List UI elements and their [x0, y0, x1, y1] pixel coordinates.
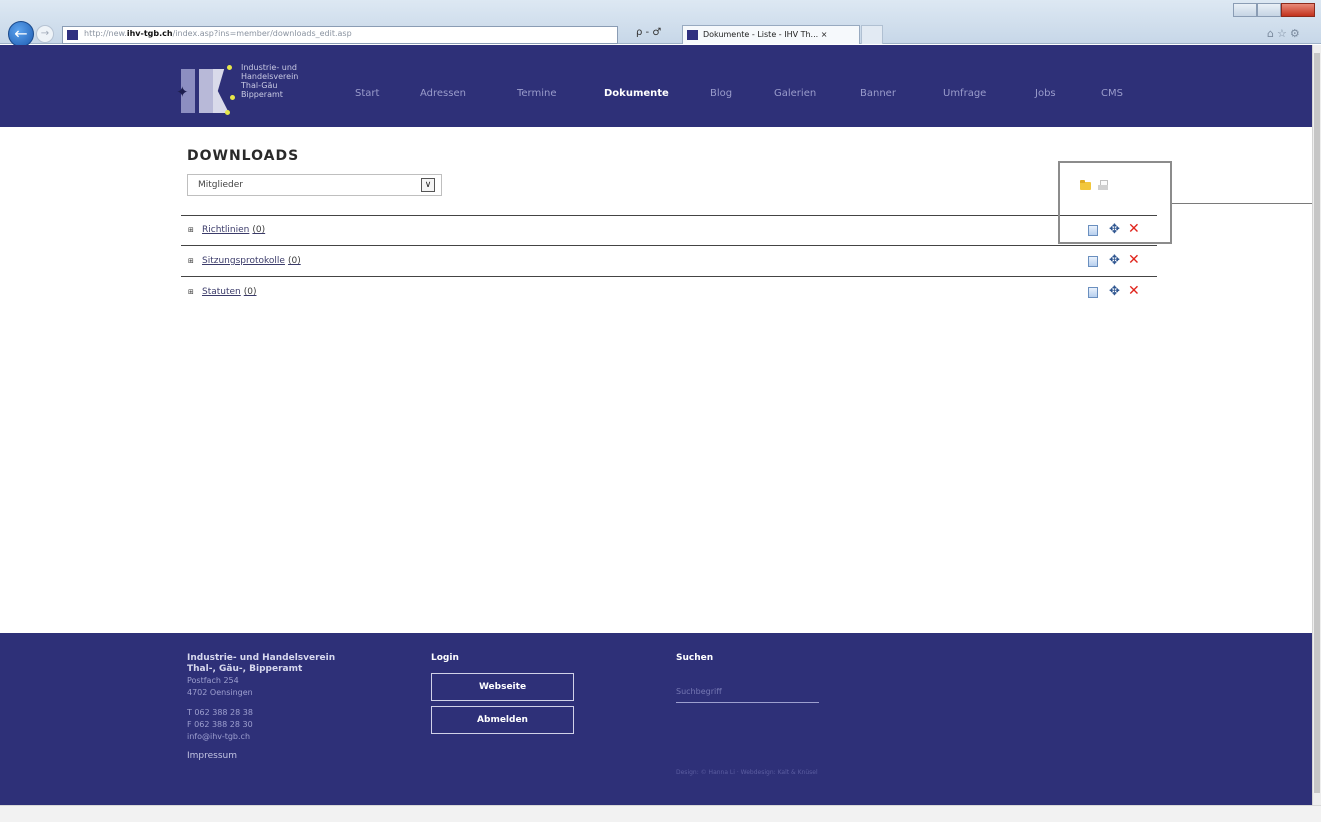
- row-divider: [181, 276, 1157, 277]
- horizontal-scrollbar[interactable]: [0, 805, 1321, 822]
- logo-mark: ✦: [176, 65, 235, 115]
- browser-toolbar-icons[interactable]: ⌂☆⚙: [1267, 27, 1303, 40]
- footer-contact: Industrie- und Handelsverein Thal-, Gäu-…: [187, 653, 387, 761]
- callout-line: [1172, 203, 1321, 204]
- footer-impressum-link[interactable]: Impressum: [187, 751, 387, 761]
- footer-address-1: Postfach 254: [187, 676, 239, 685]
- folder-link[interactable]: Richtlinien (0): [202, 225, 265, 235]
- scrollbar-thumb[interactable]: [1314, 53, 1320, 793]
- site-footer: Industrie- und Handelsverein Thal-, Gäu-…: [0, 633, 1312, 805]
- move-icon[interactable]: ✥: [1109, 285, 1120, 298]
- expand-icon[interactable]: ⊞: [188, 289, 195, 296]
- close-window-button[interactable]: [1281, 3, 1315, 17]
- site-logo[interactable]: ✦ Industrie- und Handelsverein Thal-Gäu …: [176, 63, 298, 115]
- delete-icon[interactable]: ✕: [1128, 284, 1140, 298]
- folder-row: ⊞ Richtlinien (0) ✥ ✕: [181, 216, 1157, 246]
- expand-icon[interactable]: ⊞: [188, 258, 195, 265]
- address-tools[interactable]: ρ - ♂: [636, 27, 661, 38]
- folder-row: ⊞ Sitzungsprotokolle (0) ✥ ✕: [181, 247, 1157, 277]
- nav-dokumente[interactable]: Dokumente: [604, 88, 669, 99]
- folder-link[interactable]: Statuten (0): [202, 287, 257, 297]
- tab-title: Dokumente - Liste - IHV Th... ×: [703, 30, 828, 39]
- row-actions: ✥ ✕: [1088, 253, 1148, 268]
- browser-chrome: ← → http://new.ihv-tgb.ch/index.asp?ins=…: [0, 0, 1321, 47]
- nav-banner[interactable]: Banner: [860, 88, 896, 99]
- category-select-value: Mitglieder: [198, 180, 243, 190]
- footer-search-heading: Suchen: [676, 653, 714, 663]
- minimize-button[interactable]: [1233, 3, 1257, 17]
- window-controls: [1233, 3, 1317, 19]
- search-input[interactable]: Suchbegriff: [676, 681, 819, 703]
- move-icon[interactable]: ✥: [1109, 254, 1120, 267]
- nav-termine[interactable]: Termine: [517, 88, 557, 99]
- forward-arrow-icon[interactable]: →: [36, 25, 54, 43]
- footer-login-heading: Login: [431, 653, 459, 663]
- nav-umfrage[interactable]: Umfrage: [943, 88, 986, 99]
- search-placeholder: Suchbegriff: [676, 687, 722, 696]
- maximize-button[interactable]: [1257, 3, 1281, 17]
- folder-count: (0): [287, 256, 301, 266]
- address-bar[interactable]: http://new.ihv-tgb.ch/index.asp?ins=memb…: [62, 26, 618, 44]
- category-select[interactable]: Mitglieder ∨: [187, 174, 442, 196]
- expand-icon[interactable]: ⊞: [188, 227, 195, 234]
- page-title: DOWNLOADS: [187, 148, 300, 164]
- vertical-scrollbar[interactable]: [1312, 45, 1321, 805]
- new-tab-button[interactable]: [861, 25, 883, 44]
- row-divider: [181, 245, 1157, 246]
- footer-email[interactable]: info@ihv-tgb.ch: [187, 731, 387, 743]
- folder-count: (0): [252, 225, 266, 235]
- folder-count: (0): [243, 287, 257, 297]
- folder-row: ⊞ Statuten (0) ✥ ✕: [181, 278, 1157, 308]
- logout-button[interactable]: Abmelden: [431, 706, 574, 734]
- logo-text: Industrie- und Handelsverein Thal-Gäu Bi…: [241, 63, 299, 99]
- folder-link[interactable]: Sitzungsprotokolle (0): [202, 256, 301, 266]
- nav-blog[interactable]: Blog: [710, 88, 732, 99]
- row-actions: ✥ ✕: [1088, 284, 1148, 299]
- site-favicon-icon: [67, 30, 78, 40]
- footer-org-region: Thal-, Gäu-, Bipperamt: [187, 664, 303, 674]
- delete-icon[interactable]: ✕: [1128, 253, 1140, 267]
- document-icon[interactable]: [1088, 287, 1098, 298]
- back-arrow-icon[interactable]: ←: [8, 21, 34, 47]
- footer-copyright: Design: © Hanna Li · Webdesign: Kalt & K…: [676, 769, 818, 776]
- callout-highlight-box: [1058, 161, 1172, 244]
- nav-adressen[interactable]: Adressen: [420, 88, 466, 99]
- tab-favicon-icon: [687, 30, 698, 40]
- nav-galerien[interactable]: Galerien: [774, 88, 816, 99]
- footer-address-2: 4702 Oensingen: [187, 688, 253, 697]
- nav-jobs[interactable]: Jobs: [1035, 88, 1056, 99]
- footer-fax: F 062 388 28 30: [187, 720, 253, 729]
- footer-org-name: Industrie- und Handelsverein: [187, 653, 336, 663]
- website-button[interactable]: Webseite: [431, 673, 574, 701]
- nav-cms[interactable]: CMS: [1101, 88, 1123, 99]
- document-icon[interactable]: [1088, 256, 1098, 267]
- nav-start[interactable]: Start: [355, 88, 379, 99]
- chevron-down-icon[interactable]: ∨: [421, 178, 435, 192]
- star-icon: ✦: [176, 83, 189, 101]
- site-header: ✦ Industrie- und Handelsverein Thal-Gäu …: [0, 45, 1312, 127]
- footer-phone: T 062 388 28 38: [187, 708, 253, 717]
- browser-tab[interactable]: Dokumente - Liste - IHV Th... ×: [682, 25, 860, 44]
- address-url: http://new.ihv-tgb.ch/index.asp?ins=memb…: [84, 29, 352, 38]
